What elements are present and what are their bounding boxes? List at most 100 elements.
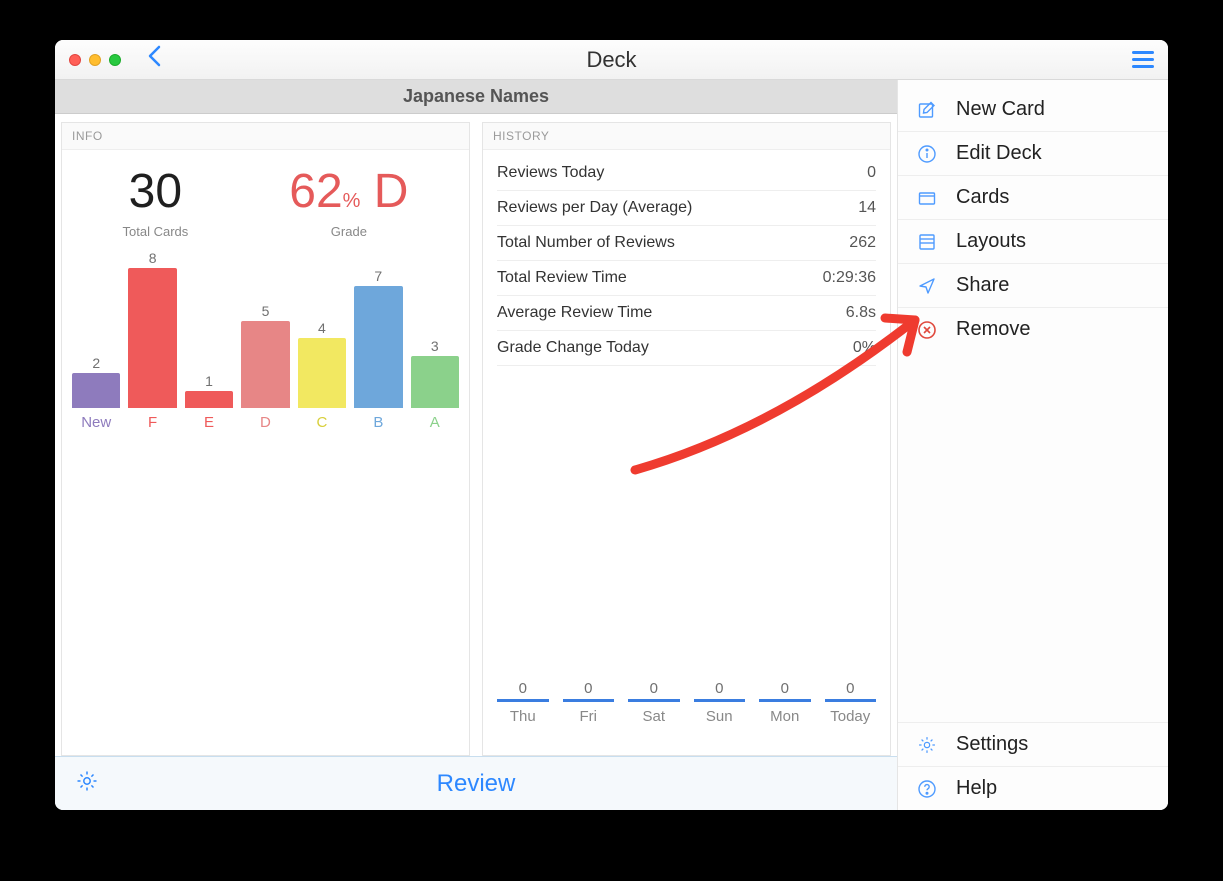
sidebar-item-label: Cards (956, 186, 1009, 209)
remove-icon (916, 319, 938, 341)
bar-value: 1 (205, 373, 213, 389)
sidebar-item-label: Help (956, 777, 997, 800)
grade-value: 62% D (289, 168, 408, 216)
sidebar-item-help[interactable]: Help (898, 766, 1168, 810)
sidebar-item-share[interactable]: Share (898, 263, 1168, 307)
grade-percent: 62 (289, 165, 342, 218)
deck-name: Japanese Names (55, 80, 897, 114)
history-value: 0:29:36 (823, 269, 876, 287)
history-label: Reviews per Day (Average) (497, 199, 692, 217)
bar-col-new: 2 New (72, 355, 120, 431)
day-label: Sun (694, 708, 746, 725)
history-value: 6.8s (846, 304, 876, 322)
day-col: 0 Sun (694, 680, 746, 725)
history-row: Reviews per Day (Average)14 (497, 191, 876, 226)
sidebar-item-label: Remove (956, 318, 1030, 341)
history-row: Total Review Time 0:29:36 (497, 261, 876, 296)
bar (354, 286, 402, 409)
day-value: 0 (628, 680, 680, 697)
grade-letter: D (374, 165, 409, 218)
day-value: 0 (497, 680, 549, 697)
day-col: 0 Thu (497, 680, 549, 725)
sidebar-item-new-card[interactable]: New Card (898, 88, 1168, 131)
day-value: 0 (825, 680, 877, 697)
total-cards-stat: 30 Total Cards (123, 168, 189, 239)
settings-button-footer[interactable] (75, 769, 99, 798)
cards-icon (916, 187, 938, 209)
bar-col-f: 8F (128, 250, 176, 431)
day-value: 0 (563, 680, 615, 697)
day-label: Mon (759, 708, 811, 725)
grade-label: Grade (289, 224, 408, 239)
bar-label: A (430, 414, 440, 431)
bar-col-a: 3A (411, 338, 459, 432)
bar (128, 268, 176, 408)
day-col: 0Sat (628, 680, 680, 725)
day-col: 0Fri (563, 680, 615, 725)
bar-value: 5 (262, 303, 270, 319)
sidebar-item-remove[interactable]: Remove (898, 307, 1168, 351)
grade-stat: 62% D Grade (289, 168, 408, 239)
layouts-icon (916, 231, 938, 253)
zoom-window[interactable] (109, 54, 121, 66)
bar-col-b: 7B (354, 268, 402, 432)
bar-label: New (81, 414, 111, 431)
sidebar-item-layouts[interactable]: Layouts (898, 219, 1168, 263)
sidebar-item-edit-deck[interactable]: Edit Deck (898, 131, 1168, 175)
day-bar (825, 699, 877, 702)
history-label: Average Review Time (497, 304, 652, 322)
history-value: 262 (849, 234, 876, 252)
history-panel-title: HISTORY (483, 123, 890, 150)
titlebar: Deck (55, 40, 1168, 80)
bar-value: 2 (92, 355, 100, 371)
info-panel: INFO 30 Total Cards 62% D Grade (61, 122, 470, 756)
sidebar-item-label: Layouts (956, 230, 1026, 253)
history-label: Total Review Time (497, 269, 627, 287)
sidebar: New Card Edit Deck Cards Layouts Share Remove… (898, 80, 1168, 810)
day-label: Thu (497, 708, 549, 725)
day-chart: 0Thu0Fri0Sat0Sun0Mon0Today (483, 680, 890, 755)
minimize-window[interactable] (89, 54, 101, 66)
gear-icon (916, 734, 938, 756)
sidebar-item-label: Edit Deck (956, 142, 1042, 165)
compose-icon (916, 99, 938, 121)
sidebar-item-label: Settings (956, 733, 1028, 756)
menu-button[interactable] (1132, 51, 1154, 68)
bar (72, 373, 120, 408)
bar-value: 8 (149, 250, 157, 266)
day-value: 0 (694, 680, 746, 697)
bar-label: B (373, 414, 383, 431)
total-cards-value: 30 (123, 168, 189, 216)
history-row: Average Review Time 6.8s (497, 296, 876, 331)
bar-col-e: 1E (185, 373, 233, 432)
sidebar-item-settings[interactable]: Settings (898, 723, 1168, 766)
day-col: 0Mon (759, 680, 811, 725)
history-value: 0 (867, 164, 876, 182)
grade-bar-chart: 2New8F1E5D4C7B3A (62, 243, 469, 443)
bar (411, 356, 459, 409)
total-cards-label: Total Cards (123, 224, 189, 239)
info-panel-title: INFO (62, 123, 469, 150)
bar (185, 391, 233, 409)
day-bar (563, 699, 615, 702)
review-button[interactable]: Review (55, 770, 897, 798)
send-icon (916, 275, 938, 297)
history-panel: HISTORY Reviews Today0Reviews per Day (A… (482, 122, 891, 756)
history-value: 0% (853, 339, 876, 357)
page-title: Deck (55, 47, 1168, 73)
close-window[interactable] (69, 54, 81, 66)
window-controls (69, 54, 121, 66)
bar-value: 7 (374, 268, 382, 284)
bar (298, 338, 346, 408)
bar-label: C (316, 414, 327, 431)
history-label: Total Number of Reviews (497, 234, 675, 252)
back-button[interactable] (147, 45, 161, 74)
bar-label: F (148, 414, 157, 431)
gear-icon (75, 769, 99, 793)
main-content: Japanese Names INFO 30 Total Cards 62% D (55, 80, 898, 810)
app-window: Deck Japanese Names INFO 30 Total Cards (55, 40, 1168, 810)
day-bar (497, 699, 549, 702)
bar-label: D (260, 414, 271, 431)
sidebar-item-cards[interactable]: Cards (898, 175, 1168, 219)
history-row: Grade Change Today0% (497, 331, 876, 366)
